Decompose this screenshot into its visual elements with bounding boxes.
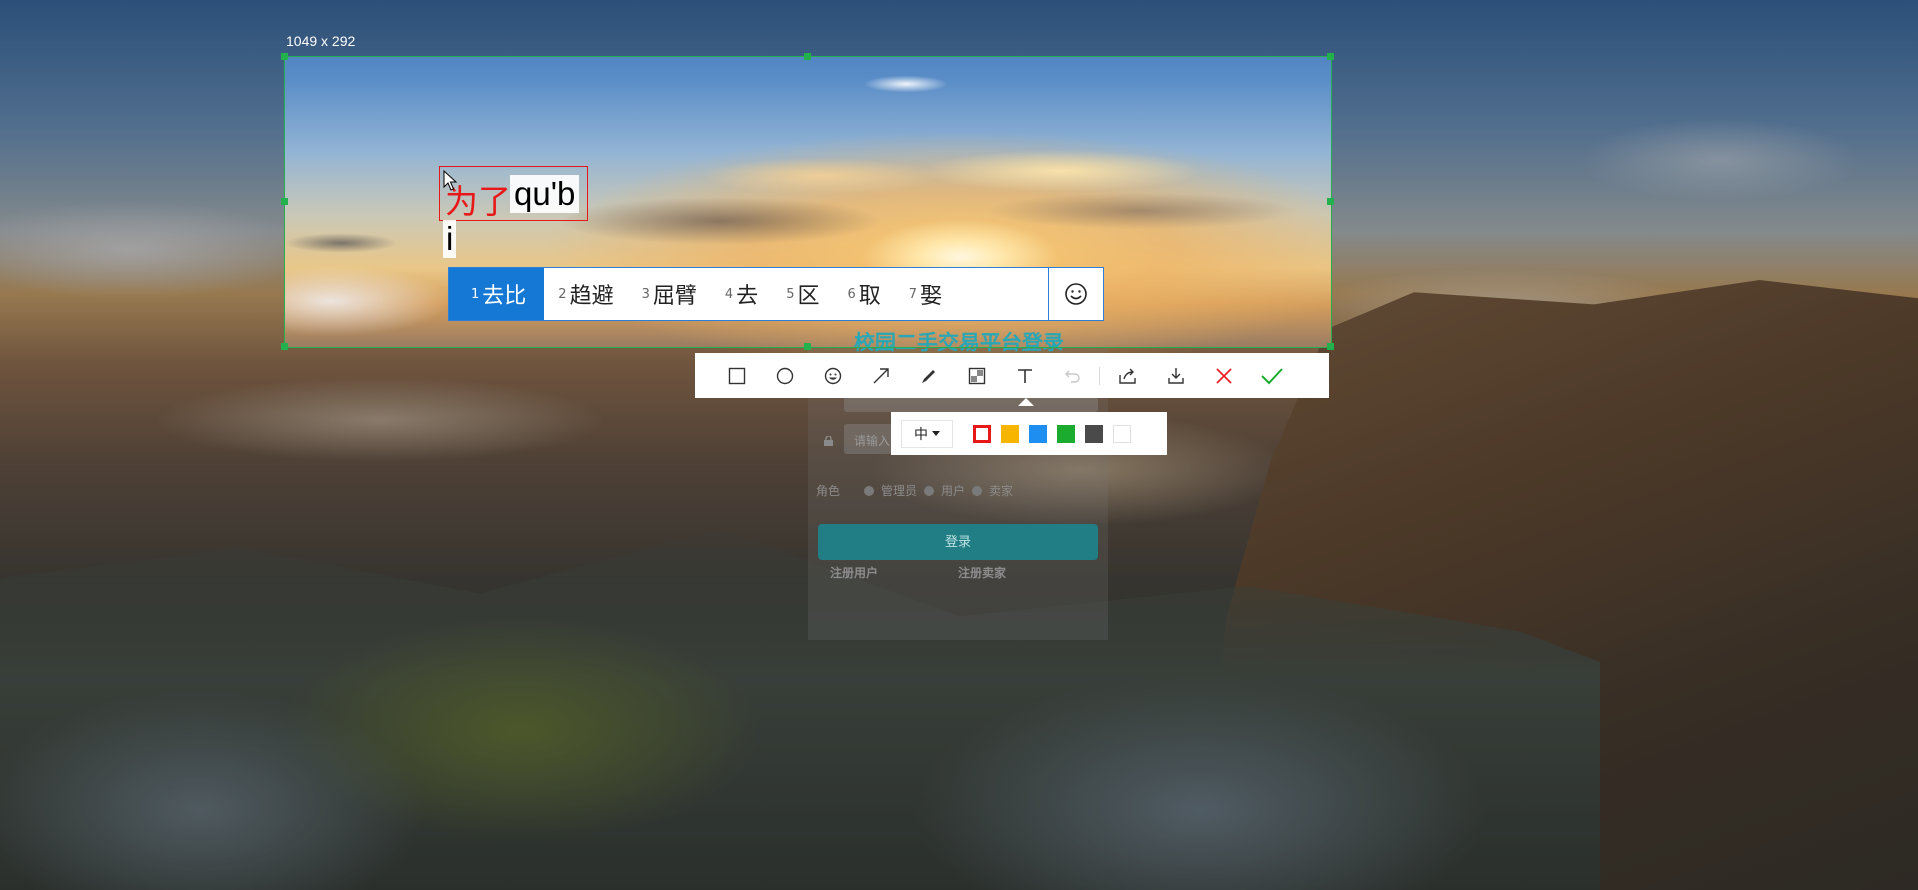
download-icon bbox=[1168, 367, 1184, 384]
download-button[interactable] bbox=[1152, 353, 1200, 398]
ime-composition-continued: i bbox=[443, 220, 457, 258]
candidate-index: 7 bbox=[908, 286, 918, 302]
ime-candidate-6[interactable]: 6取 bbox=[833, 268, 894, 320]
candidate-index: 2 bbox=[558, 286, 567, 302]
radio-admin[interactable] bbox=[864, 485, 875, 496]
color-swatch-dark-gray[interactable] bbox=[1085, 424, 1103, 443]
mosaic-tool[interactable] bbox=[953, 353, 1001, 398]
radio-user[interactable] bbox=[924, 485, 935, 496]
sticker-tool[interactable] bbox=[809, 353, 857, 398]
resize-handle-ne[interactable] bbox=[1327, 53, 1334, 60]
lock-icon bbox=[824, 436, 833, 446]
candidate-text: 取 bbox=[858, 284, 881, 309]
role-admin-label: 管理员 bbox=[881, 484, 918, 498]
resize-handle-e[interactable] bbox=[1327, 198, 1334, 205]
undo-button[interactable] bbox=[1049, 353, 1097, 398]
candidate-index: 4 bbox=[724, 286, 734, 302]
text-annotation-box[interactable]: 为了 qu'b bbox=[439, 166, 588, 221]
ime-candidate-5[interactable]: 5区 bbox=[772, 268, 833, 320]
candidate-text: 趋避 bbox=[569, 284, 614, 309]
ellipse-tool[interactable] bbox=[761, 353, 809, 398]
text-options-toolbar: 中 bbox=[891, 412, 1167, 455]
ellipse-icon bbox=[776, 367, 794, 384]
arrow-tool[interactable] bbox=[857, 353, 905, 398]
pen-tool[interactable] bbox=[905, 353, 953, 398]
color-swatch-blue[interactable] bbox=[1029, 424, 1047, 443]
ime-candidate-7[interactable]: 7娶 bbox=[895, 268, 956, 320]
arrow-icon bbox=[873, 367, 889, 383]
text-icon bbox=[1018, 368, 1032, 383]
ime-emoji-button[interactable] bbox=[1048, 268, 1103, 320]
resize-handle-s[interactable] bbox=[804, 343, 811, 350]
resize-handle-n[interactable] bbox=[804, 53, 811, 60]
role-label: 角色 bbox=[816, 484, 841, 498]
role-selector: 角色 管理员 用户 卖家 bbox=[816, 482, 1013, 499]
candidate-text: 去比 bbox=[482, 284, 527, 309]
pen-icon bbox=[922, 369, 935, 383]
candidate-index: 3 bbox=[641, 286, 650, 302]
resize-handle-se[interactable] bbox=[1327, 343, 1334, 350]
login-title-in-selection: 校园二手交易平台登录 bbox=[854, 332, 1064, 348]
color-swatch-red-selected[interactable] bbox=[973, 424, 991, 443]
mosaic-icon bbox=[968, 367, 986, 384]
resize-handle-sw[interactable] bbox=[281, 343, 288, 350]
register-seller-link[interactable]: 注册卖家 bbox=[958, 564, 1006, 581]
confirm-icon bbox=[1261, 367, 1283, 384]
candidate-index: 6 bbox=[847, 286, 856, 302]
candidate-text: 区 bbox=[797, 284, 820, 309]
share-icon bbox=[1119, 368, 1136, 384]
selection-size-label: 1049 x 292 bbox=[286, 33, 356, 49]
text-tool[interactable] bbox=[1001, 353, 1049, 398]
ime-candidate-4[interactable]: 4去 bbox=[711, 268, 772, 320]
smiley-icon bbox=[1065, 283, 1087, 305]
radio-seller[interactable] bbox=[972, 485, 983, 496]
color-swatch-yellow[interactable] bbox=[1001, 424, 1019, 443]
color-swatch-white[interactable] bbox=[1113, 424, 1131, 443]
caret-down-icon bbox=[932, 430, 940, 436]
candidate-index: 5 bbox=[786, 286, 795, 302]
ime-candidate-bar: 1 去比 2 趋避 3 屈臂 4去 5区 6取 7娶 bbox=[448, 267, 1104, 321]
ime-candidate-3[interactable]: 3 屈臂 bbox=[628, 268, 711, 320]
candidate-index: 1 bbox=[471, 286, 480, 302]
candidate-text: 去 bbox=[736, 284, 759, 309]
share-button[interactable] bbox=[1104, 353, 1152, 398]
ime-candidate-1[interactable]: 1 去比 bbox=[449, 268, 545, 320]
candidate-text: 娶 bbox=[920, 284, 943, 309]
cancel-button[interactable] bbox=[1200, 353, 1248, 398]
confirm-button[interactable] bbox=[1248, 353, 1296, 398]
password-placeholder: 请输入 bbox=[854, 434, 891, 448]
rectangle-tool[interactable] bbox=[713, 353, 761, 398]
resize-handle-w[interactable] bbox=[281, 198, 288, 205]
sticker-icon bbox=[824, 367, 842, 384]
ime-candidate-2[interactable]: 2 趋避 bbox=[544, 268, 627, 320]
color-swatch-green[interactable] bbox=[1057, 424, 1075, 443]
candidate-text: 屈臂 bbox=[652, 284, 697, 309]
screenshot-toolbar bbox=[695, 353, 1329, 398]
mouse-pointer-icon bbox=[443, 170, 458, 191]
resize-handle-nw[interactable] bbox=[281, 53, 288, 60]
font-size-value: 中 bbox=[914, 425, 928, 442]
role-user-label: 用户 bbox=[941, 484, 966, 498]
undo-icon bbox=[1065, 370, 1080, 383]
rectangle-icon bbox=[728, 367, 746, 384]
text-tool-pointer bbox=[1018, 398, 1034, 406]
ime-composition-text: qu'b bbox=[510, 175, 580, 213]
toolbar-separator bbox=[1099, 366, 1100, 385]
login-button[interactable]: 登录 bbox=[818, 524, 1098, 560]
close-icon bbox=[1216, 367, 1232, 384]
font-size-select[interactable]: 中 bbox=[901, 419, 953, 448]
register-user-link[interactable]: 注册用户 bbox=[830, 564, 878, 581]
role-seller-label: 卖家 bbox=[989, 484, 1014, 498]
